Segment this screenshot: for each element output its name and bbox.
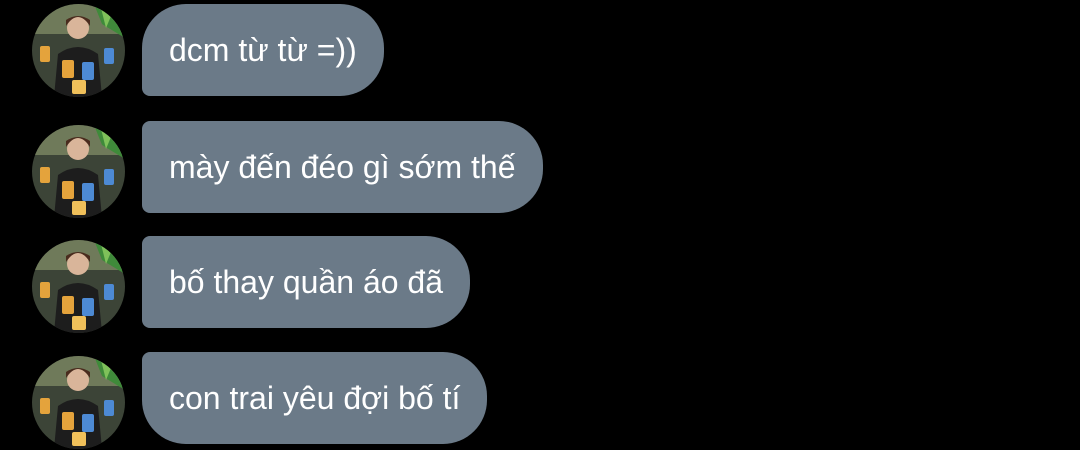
- user-avatar-icon[interactable]: [32, 4, 125, 97]
- message-text: dcm từ từ =)): [169, 32, 357, 68]
- message-thread: dcm từ từ =)) mày đến đéo gì sớm thế bố …: [0, 0, 1080, 450]
- message-text: mày đến đéo gì sớm thế: [169, 149, 516, 185]
- user-avatar-icon[interactable]: [32, 356, 125, 449]
- message-bubble[interactable]: mày đến đéo gì sớm thế: [142, 121, 543, 213]
- message-bubble[interactable]: con trai yêu đợi bố tí: [142, 352, 488, 444]
- message-text: bố thay quần áo đã: [169, 264, 444, 300]
- message-bubble[interactable]: dcm từ từ =)): [142, 4, 384, 96]
- user-avatar-icon[interactable]: [32, 240, 125, 333]
- message-row: bố thay quần áo đã: [0, 236, 1080, 333]
- message-bubble[interactable]: bố thay quần áo đã: [142, 236, 471, 328]
- message-row: dcm từ từ =)): [0, 0, 1080, 97]
- message-text: con trai yêu đợi bố tí: [169, 380, 461, 416]
- user-avatar-icon[interactable]: [32, 125, 125, 218]
- message-row: mày đến đéo gì sớm thế: [0, 121, 1080, 218]
- message-row: con trai yêu đợi bố tí: [0, 352, 1080, 449]
